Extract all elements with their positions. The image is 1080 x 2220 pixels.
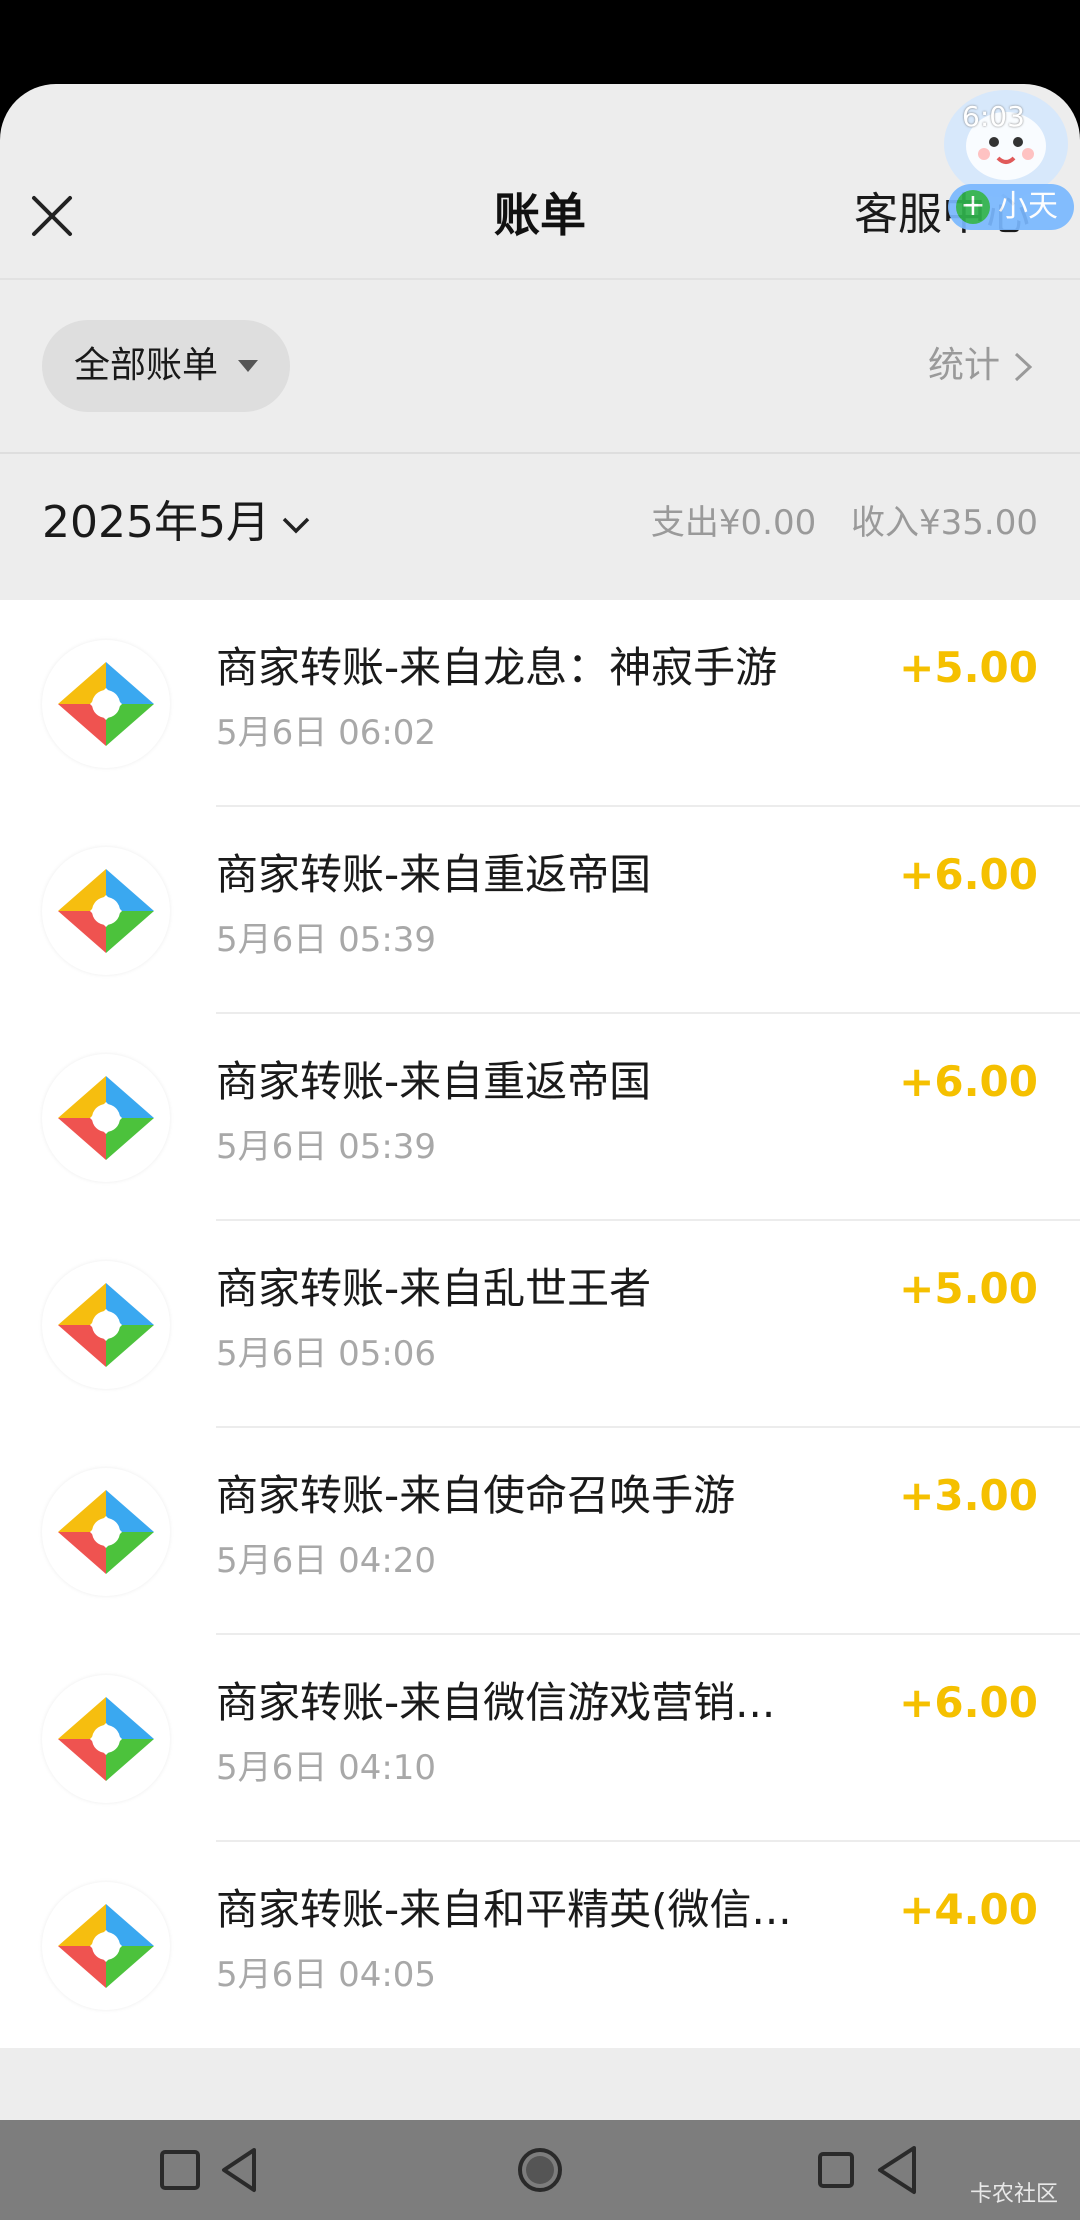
transaction-time: 5月6日 05:39 <box>216 920 437 960</box>
header-bar: 账单 客服中心 6:03 + 小天 <box>0 84 1080 278</box>
back-icon[interactable] <box>808 2142 928 2198</box>
transaction-title: 商家转账-来自重返帝国 <box>216 850 652 899</box>
chevron-down-icon <box>282 517 310 534</box>
bill-page: 账单 客服中心 6:03 + 小天 全部账单 统计 2025年5月 支出¥0.0… <box>0 84 1080 2120</box>
transaction-amount: +6.00 <box>899 850 1038 899</box>
statistics-label: 统计 <box>927 345 1000 386</box>
transaction-row[interactable]: 商家转账-来自龙息：神寂手游 5月6日 06:02 +5.00 <box>0 600 1080 807</box>
chevron-right-icon <box>1014 352 1033 382</box>
assistant-time: 6:03 <box>962 100 1025 133</box>
transaction-time: 5月6日 04:05 <box>216 1955 437 1995</box>
income-total: 收入¥35.00 <box>851 503 1038 543</box>
home-icon[interactable] <box>512 2142 568 2198</box>
transaction-amount: +4.00 <box>899 1885 1038 1934</box>
merchant-logo-icon <box>42 1882 170 2010</box>
transaction-time: 5月6日 05:06 <box>216 1334 437 1374</box>
month-summary: 支出¥0.00 收入¥35.00 <box>627 484 1038 562</box>
transaction-amount: +6.00 <box>899 1678 1038 1727</box>
merchant-logo-icon <box>42 1261 170 1389</box>
divider <box>0 452 1080 454</box>
transaction-row[interactable]: 商家转账-来自和平精英(微信... 5月6日 04:05 +4.00 <box>0 1842 1080 2049</box>
expense-total: 支出¥0.00 <box>650 503 817 543</box>
transaction-title: 商家转账-来自龙息：神寂手游 <box>216 643 778 692</box>
merchant-logo-icon <box>42 847 170 975</box>
month-label: 2025年5月 <box>42 497 270 548</box>
transaction-row[interactable]: 商家转账-来自乱世王者 5月6日 05:06 +5.00 <box>0 1221 1080 1428</box>
caret-down-icon <box>238 360 258 372</box>
system-navigation-bar <box>0 2120 1080 2220</box>
merchant-logo-icon <box>42 1675 170 1803</box>
plus-icon: + <box>956 190 990 224</box>
transaction-title: 商家转账-来自使命召唤手游 <box>216 1471 736 1520</box>
statistics-link[interactable]: 统计 <box>928 320 1034 412</box>
transaction-title: 商家转账-来自微信游戏营销... <box>216 1678 776 1727</box>
merchant-logo-icon <box>42 1468 170 1596</box>
transaction-amount: +6.00 <box>899 1057 1038 1106</box>
transaction-title: 商家转账-来自和平精英(微信... <box>216 1885 792 1934</box>
transaction-time: 5月6日 04:20 <box>216 1541 437 1581</box>
transaction-title: 商家转账-来自乱世王者 <box>216 1264 652 1313</box>
transaction-time: 5月6日 04:10 <box>216 1748 437 1788</box>
transaction-title: 商家转账-来自重返帝国 <box>216 1057 652 1106</box>
watermark: 卡农社区 <box>969 2182 1058 2207</box>
transaction-amount: +5.00 <box>899 1264 1038 1313</box>
transaction-row[interactable]: 商家转账-来自重返帝国 5月6日 05:39 +6.00 <box>0 807 1080 1014</box>
recent-apps-icon[interactable] <box>150 2142 270 2198</box>
transaction-time: 5月6日 05:39 <box>216 1127 437 1167</box>
transaction-amount: +5.00 <box>899 643 1038 692</box>
assistant-label: 小天 <box>998 189 1058 224</box>
month-selector[interactable]: 2025年5月 <box>42 484 312 562</box>
merchant-logo-icon <box>42 640 170 768</box>
bill-filter-dropdown[interactable]: 全部账单 <box>42 320 290 412</box>
transaction-row[interactable]: 商家转账-来自使命召唤手游 5月6日 04:20 +3.00 <box>0 1428 1080 1635</box>
transaction-list: 商家转账-来自龙息：神寂手游 5月6日 06:02 +5.00 商家转账-来自重返帝国… <box>0 600 1080 2048</box>
assistant-badge[interactable]: + 小天 <box>948 184 1074 230</box>
merchant-logo-icon <box>42 1054 170 1182</box>
transaction-time: 5月6日 06:02 <box>216 713 437 753</box>
transaction-amount: +3.00 <box>899 1471 1038 1520</box>
filter-label: 全部账单 <box>74 345 219 386</box>
transaction-row[interactable]: 商家转账-来自重返帝国 5月6日 05:39 +6.00 <box>0 1014 1080 1221</box>
divider <box>0 278 1080 280</box>
floating-assistant[interactable]: 6:03 + 小天 <box>934 84 1080 234</box>
transaction-row[interactable]: 商家转账-来自微信游戏营销... 5月6日 04:10 +6.00 <box>0 1635 1080 1842</box>
